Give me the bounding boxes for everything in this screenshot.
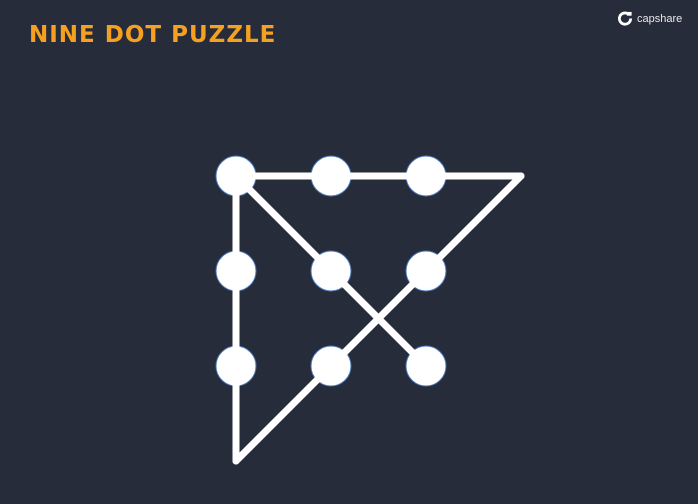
puzzle-board xyxy=(215,155,525,465)
solution-line xyxy=(232,172,430,370)
